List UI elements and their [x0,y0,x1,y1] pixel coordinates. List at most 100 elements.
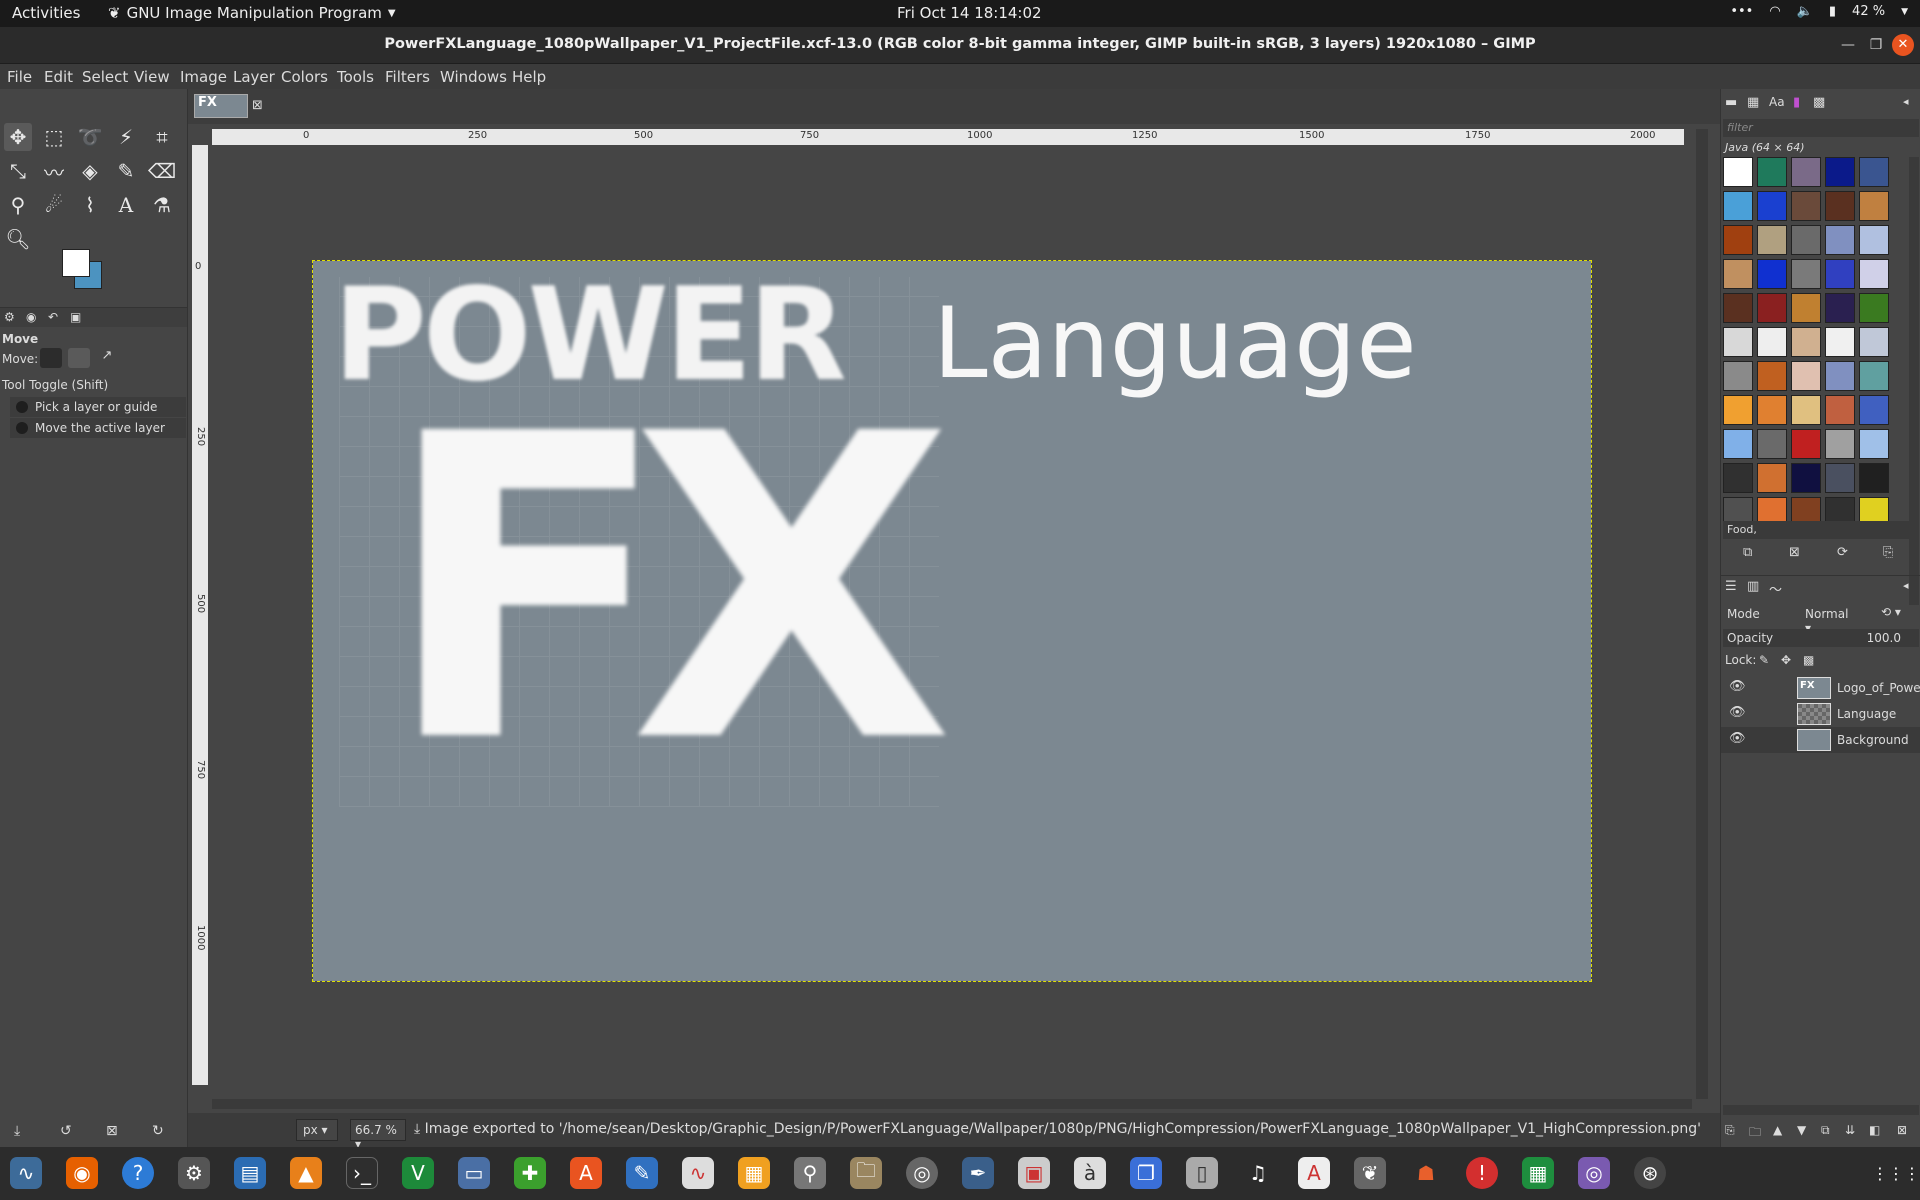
remote-desktop-icon[interactable]: ▭ [458,1157,490,1189]
pattern-swatch[interactable] [1757,327,1787,357]
channels-tab-icon[interactable]: ▥ [1747,579,1759,594]
lower-layer-icon[interactable]: ▼ [1797,1123,1806,1137]
layer-mode-select[interactable]: Normal ▾ [1799,604,1863,635]
menu-layer[interactable]: Layer [233,68,275,86]
transform-icon[interactable]: ⤡ [4,157,32,185]
menu-tools[interactable]: Tools [337,68,374,86]
move-active-layer-option[interactable]: Move the active layer [10,418,186,438]
eye-icon[interactable]: 👁︎ [1729,705,1746,720]
move-layer-mode-button[interactable] [40,348,62,368]
music-icon[interactable]: ♫ [1242,1157,1274,1189]
pattern-swatch[interactable] [1791,293,1821,323]
clone-icon[interactable]: ⚲ [4,191,32,219]
minimize-button[interactable]: — [1838,35,1858,55]
writer-icon[interactable]: ▤ [234,1157,266,1189]
graph-icon[interactable]: ∿ [682,1157,714,1189]
pattern-swatch[interactable] [1791,191,1821,221]
vertical-scrollbar[interactable] [1696,129,1708,1099]
images-icon[interactable]: ▣ [70,310,81,324]
horizontal-ruler[interactable]: 0 250 500 750 1000 1250 1500 1750 2000 [212,129,1684,145]
pattern-swatch[interactable] [1791,225,1821,255]
pattern-swatch[interactable] [1859,395,1889,425]
pattern-swatch[interactable] [1723,361,1753,391]
pattern-swatch[interactable] [1791,157,1821,187]
image-tab-thumbnail[interactable]: FX [194,94,248,118]
menu-select[interactable]: Select [82,68,128,86]
pattern-swatch[interactable] [1723,395,1753,425]
pattern-swatch[interactable] [1859,327,1889,357]
raise-layer-icon[interactable]: ▲ [1773,1123,1782,1137]
pattern-swatch[interactable] [1859,463,1889,493]
patterns-tab-icon[interactable]: ▦ [1747,95,1759,110]
pattern-swatch[interactable] [1723,191,1753,221]
layer-row-language[interactable]: 👁︎ Language [1721,701,1920,727]
pattern-swatch[interactable] [1859,429,1889,459]
delete-layer-icon[interactable]: ⊠ [1897,1123,1907,1137]
game-icon[interactable]: ☗ [1410,1157,1442,1189]
horizontal-scrollbar[interactable] [212,1099,1692,1109]
vertical-ruler[interactable]: 0 250 500 750 1000 [192,145,208,1085]
gimp-dock-icon[interactable]: ❦ [1354,1157,1386,1189]
new-group-icon[interactable]: 🗀 [1749,1123,1761,1144]
pattern-swatch[interactable] [1757,225,1787,255]
delete-options-icon[interactable]: ⊠ [106,1123,118,1139]
pattern-swatch[interactable] [1825,157,1855,187]
lock-alpha-icon[interactable]: ▩ [1803,653,1814,667]
document-viewer-icon[interactable]: à [1074,1157,1106,1189]
pattern-swatch[interactable] [1825,293,1855,323]
opacity-slider[interactable]: Opacity 100.0 [1723,629,1919,647]
device-status-icon[interactable]: ◉ [26,310,36,324]
system-monitor-icon[interactable]: ∿ [10,1157,42,1189]
menu-file[interactable]: File [7,68,32,86]
eye-icon[interactable]: 👁︎ [1729,731,1746,746]
updater-icon[interactable]: ⊛ [1634,1157,1666,1189]
window-switcher-icon[interactable]: ❐ [1130,1157,1162,1189]
pattern-swatch[interactable] [1825,429,1855,459]
disk-icon[interactable]: ◎ [906,1157,938,1189]
pattern-swatch[interactable] [1791,429,1821,459]
activities-button[interactable]: Activities [12,4,80,22]
mode-reset-icon[interactable]: ⟲ ▾ [1881,605,1901,619]
firefox-icon[interactable]: ◉ [66,1157,98,1189]
menu-edit[interactable]: Edit [44,68,73,86]
clock[interactable]: Fri Oct 14 18:14:02 [897,4,1042,22]
system-tray[interactable]: ••• ◠ 🔈 ▮ 42 % ▼ [1730,4,1908,19]
menu-colors[interactable]: Colors [281,68,328,86]
pattern-swatch[interactable] [1757,191,1787,221]
close-button[interactable]: ✕ [1892,34,1914,56]
pattern-swatch[interactable] [1859,225,1889,255]
paintbrush-icon[interactable]: ✎ [112,157,140,185]
pattern-swatch[interactable] [1791,463,1821,493]
unit-select[interactable]: px ▾ [296,1119,338,1141]
pattern-swatch[interactable] [1723,259,1753,289]
configure-tab-icon[interactable]: ◂ [1903,579,1909,592]
eye-icon[interactable]: 👁︎ [1729,679,1746,694]
restore-options-icon[interactable]: ↺ [60,1123,72,1139]
paths-icon[interactable]: ⌇ [76,191,104,219]
archive-icon[interactable]: ▯ [1186,1157,1218,1189]
pattern-swatch[interactable] [1757,259,1787,289]
pattern-swatch[interactable] [1723,463,1753,493]
paths-tab-icon[interactable]: 〜 [1769,579,1782,598]
settings-icon[interactable]: ⚙ [178,1157,210,1189]
app-menu[interactable]: ❦ GNU Image Manipulation Program ▼ [108,4,396,22]
screenshot-icon[interactable]: ◎ [1578,1157,1610,1189]
presentation-icon[interactable]: ▣ [1018,1157,1050,1189]
maximize-button[interactable]: ❐ [1866,35,1886,55]
layers-tab-icon[interactable]: ☰ [1725,579,1737,594]
warp-icon[interactable]: 〰 [40,157,68,185]
open-pattern-icon[interactable]: ⎘ [1883,545,1893,560]
pattern-swatch[interactable] [1757,429,1787,459]
menu-windows[interactable]: Windows [440,68,507,86]
menu-view[interactable]: View [134,68,170,86]
software-center-icon[interactable]: A [570,1157,602,1189]
bucket-fill-icon[interactable]: ◈ [76,157,104,185]
pattern-swatch[interactable] [1825,259,1855,289]
layer-row-logo[interactable]: 👁︎ FX Logo_of_Powe [1721,675,1920,701]
layer-row-background[interactable]: 👁︎ Background [1721,727,1920,753]
vlc-icon[interactable]: ▲ [290,1157,322,1189]
extensions-icon[interactable]: ✚ [514,1157,546,1189]
pick-layer-option[interactable]: Pick a layer or guide [10,397,186,417]
reset-options-icon[interactable]: ↻ [152,1123,164,1139]
foreground-color-swatch[interactable] [62,249,90,277]
